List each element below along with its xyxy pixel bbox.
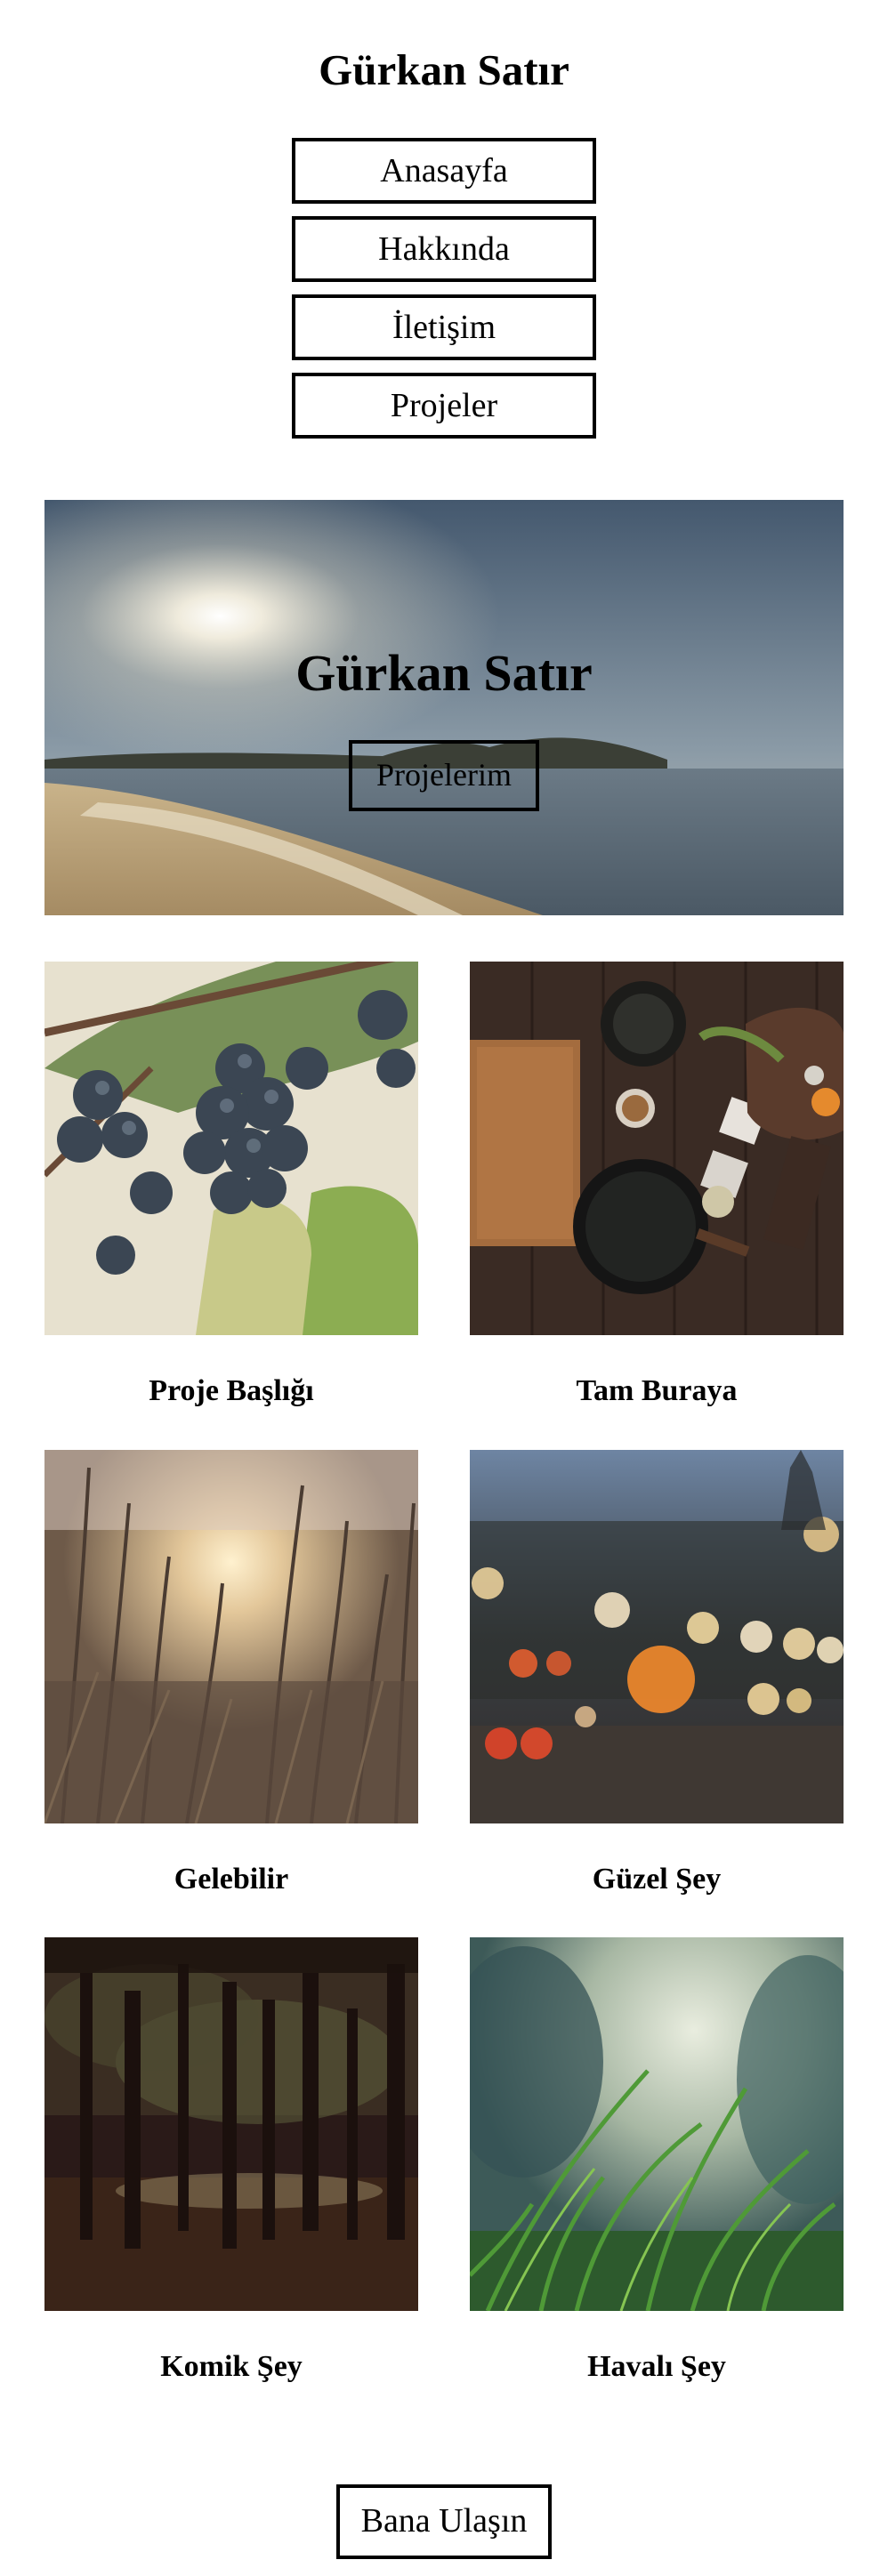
kitchen-table-photo[interactable] — [470, 962, 844, 1335]
tall-grass-sunset-photo[interactable] — [44, 1450, 418, 1823]
nav-item-projeler[interactable]: Projeler — [292, 373, 596, 439]
project-card[interactable]: Komik Şey — [44, 1937, 418, 2387]
hero-banner: Gürkan Satır Projelerim — [44, 500, 844, 915]
project-title: Havalı Şey — [587, 2350, 726, 2383]
forest-trees-photo[interactable] — [44, 1937, 418, 2311]
project-card[interactable]: Tam Buraya — [470, 962, 844, 1411]
project-title: Gelebilir — [174, 1863, 289, 1896]
project-title: Tam Buraya — [576, 1374, 738, 1407]
project-card[interactable]: Havalı Şey — [470, 1937, 844, 2387]
grass-closeup-photo[interactable] — [470, 1937, 844, 2311]
grapes-photo[interactable] — [44, 962, 418, 1335]
project-card[interactable]: Proje Başlığı — [44, 962, 418, 1411]
nav-item-hakkinda[interactable]: Hakkında — [292, 216, 596, 282]
contact-button[interactable]: Bana Ulaşın — [336, 2484, 552, 2559]
nav-item-iletisim[interactable]: İletişim — [292, 294, 596, 360]
project-title: Güzel Şey — [592, 1863, 722, 1896]
nav-item-anasayfa[interactable]: Anasayfa — [292, 138, 596, 204]
project-card[interactable]: Güzel Şey — [470, 1450, 844, 1899]
project-card[interactable]: Gelebilir — [44, 1450, 418, 1899]
site-title: Gürkan Satır — [319, 45, 569, 94]
projects-hero-button[interactable]: Projelerim — [349, 740, 539, 811]
city-bokeh-photo[interactable] — [470, 1450, 844, 1823]
project-title: Komik Şey — [160, 2350, 303, 2383]
hero-title: Gürkan Satır — [295, 644, 593, 702]
main-nav: Anasayfa Hakkında İletişim Projeler — [292, 138, 596, 451]
project-title: Proje Başlığı — [149, 1374, 314, 1407]
